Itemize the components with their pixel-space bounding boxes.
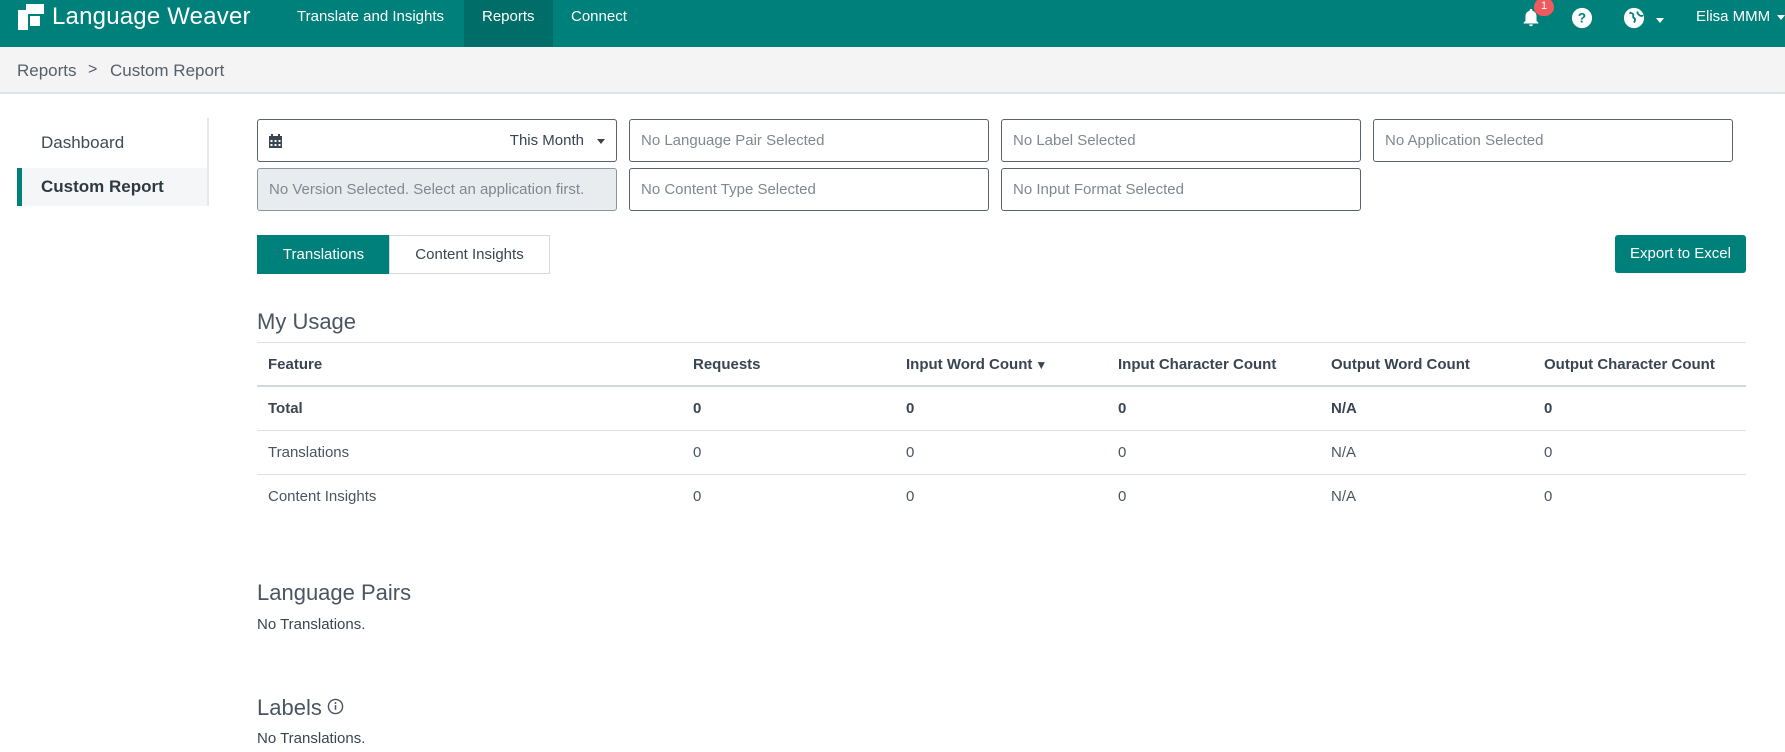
question-circle-icon: ?	[1571, 7, 1593, 29]
label-filter[interactable]: No Label Selected	[1001, 119, 1361, 162]
table-cell: Translations	[268, 444, 350, 461]
column-header-feature[interactable]: Feature	[257, 343, 322, 387]
column-header-input-word-count-label: Input Word Count	[906, 356, 1033, 373]
usage-table: Feature Requests Input Word Count ▼ Input…	[257, 342, 1746, 519]
notification-count-badge: 1	[1534, 0, 1554, 16]
table-cell: 0	[693, 488, 702, 505]
app-logo[interactable]: Language Weaver	[18, 2, 251, 32]
sidebar-item-custom-report[interactable]: Custom Report	[17, 168, 207, 206]
table-cell: 0	[906, 488, 915, 505]
labels-heading: Labels	[257, 695, 322, 720]
language-pairs-heading: Language Pairs	[257, 580, 412, 605]
table-cell: 0	[906, 444, 915, 461]
language-selector[interactable]	[1623, 4, 1667, 30]
column-header-output-character-count[interactable]: Output Character Count	[1533, 343, 1715, 387]
nav-reports[interactable]: Reports	[464, 0, 553, 47]
table-header-row: Feature Requests Input Word Count ▼ Input…	[257, 342, 1746, 387]
table-cell: Content Insights	[268, 488, 377, 505]
my-usage-heading: My Usage	[257, 309, 357, 334]
top-navigation-bar: Language Weaver Translate and Insights R…	[0, 0, 1785, 47]
sort-descending-icon: ▼	[1035, 358, 1048, 372]
nav-connect[interactable]: Connect	[553, 0, 645, 47]
table-row: Translations 0 0 0 N/A 0	[257, 431, 1746, 475]
column-header-output-word-count[interactable]: Output Word Count	[1320, 343, 1470, 387]
svg-text:?: ?	[1578, 11, 1586, 26]
table-cell: N/A	[1331, 444, 1357, 461]
chevron-down-icon	[597, 139, 605, 144]
column-header-requests[interactable]: Requests	[682, 343, 761, 387]
breadcrumb-current: Custom Report	[110, 61, 225, 80]
breadcrumb: Reports > Custom Report	[0, 47, 1785, 94]
table-cell: N/A	[1331, 400, 1357, 417]
chevron-down-icon	[1656, 18, 1664, 23]
language-pair-filter[interactable]: No Language Pair Selected	[629, 119, 989, 162]
chevron-down-icon	[1777, 14, 1785, 20]
table-row: Content Insights 0 0 0 N/A 0	[257, 475, 1746, 519]
help-button[interactable]: ?	[1571, 4, 1597, 30]
export-to-excel-button[interactable]: Export to Excel	[1615, 235, 1746, 273]
column-header-input-word-count[interactable]: Input Word Count ▼	[895, 343, 1047, 387]
globe-icon	[1623, 7, 1645, 29]
user-menu[interactable]: Elisa MMM	[1696, 0, 1785, 34]
table-cell: 0	[1118, 400, 1127, 417]
nav-translate-and-insights[interactable]: Translate and Insights	[279, 0, 462, 47]
table-cell: 0	[1544, 488, 1553, 505]
user-name: Elisa MMM	[1696, 8, 1771, 25]
date-range-dropdown[interactable]: This Month	[257, 119, 617, 162]
language-weaver-logo-icon	[18, 4, 44, 30]
table-cell: 0	[1118, 444, 1127, 461]
notifications-button[interactable]: 1	[1520, 0, 1554, 30]
info-circle-icon[interactable]	[327, 698, 344, 715]
version-filter: No Version Selected. Select an applicati…	[257, 168, 617, 211]
tab-content-insights[interactable]: Content Insights	[389, 235, 550, 274]
application-filter[interactable]: No Application Selected	[1373, 119, 1733, 162]
table-cell: N/A	[1331, 488, 1357, 505]
content-type-filter[interactable]: No Content Type Selected	[629, 168, 989, 211]
sidebar-item-dashboard[interactable]: Dashboard	[17, 124, 207, 162]
app-name: Language Weaver	[52, 3, 251, 30]
table-row-total: Total 0 0 0 N/A 0	[257, 387, 1746, 431]
column-header-input-character-count[interactable]: Input Character Count	[1107, 343, 1276, 387]
table-cell: 0	[1544, 400, 1553, 417]
input-format-filter[interactable]: No Input Format Selected	[1001, 168, 1361, 211]
calendar-icon	[269, 134, 282, 148]
breadcrumb-separator: >	[88, 61, 98, 78]
date-range-value: This Month	[509, 132, 584, 149]
table-cell: 0	[1544, 444, 1553, 461]
breadcrumb-reports-link[interactable]: Reports	[17, 61, 77, 81]
tab-translations[interactable]: Translations	[257, 235, 390, 274]
table-cell: 0	[693, 444, 702, 461]
language-pairs-empty-message: No Translations.	[257, 616, 366, 633]
table-cell: 0	[906, 400, 915, 417]
labels-empty-message: No Translations.	[257, 730, 366, 747]
table-cell: Total	[268, 400, 303, 417]
table-cell: 0	[693, 400, 702, 417]
table-cell: 0	[1118, 488, 1127, 505]
reports-sidebar: Dashboard Custom Report	[17, 118, 209, 206]
